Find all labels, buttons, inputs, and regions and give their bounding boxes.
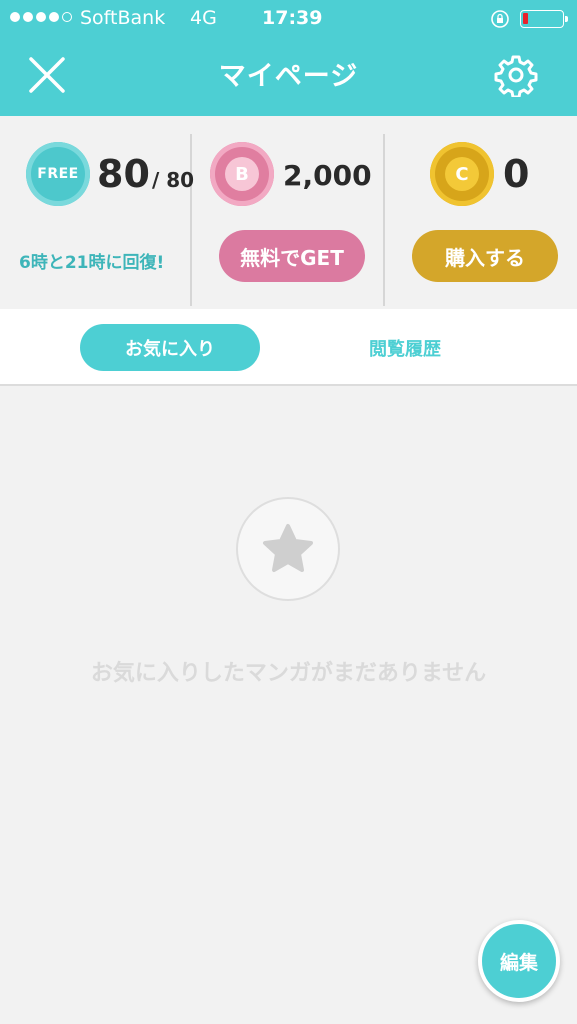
tab-history[interactable]: 閲覧履歴	[330, 324, 480, 371]
free-count: 80	[97, 152, 150, 196]
rotation-lock-icon	[491, 10, 509, 28]
edit-button[interactable]: 編集	[478, 920, 560, 1002]
recover-note: 6時と21時に回復!	[19, 253, 165, 273]
free-coin-icon: FREE	[26, 142, 90, 206]
coin-count: 0	[503, 152, 530, 196]
clock: 17:39	[262, 7, 323, 29]
status-bar: SoftBank 4G 17:39	[0, 0, 577, 38]
tab-favorites[interactable]: お気に入り	[80, 324, 260, 371]
bonus-coin-icon: B	[210, 142, 274, 206]
star-icon	[236, 497, 340, 601]
coin-icon: C	[430, 142, 494, 206]
empty-message: お気に入りしたマンガがまだありません	[90, 661, 487, 686]
bonus-coin-label: B	[235, 163, 249, 185]
carrier-name: SoftBank	[80, 7, 166, 29]
signal-strength-icon	[10, 12, 72, 22]
header: SoftBank 4G 17:39 マイページ	[0, 0, 577, 116]
free-coin-label: FREE	[37, 166, 79, 182]
wallet-panel: FREE 80 / 80 6時と21時に回復! B 2,000 無料でGET C…	[0, 116, 577, 309]
bonus-count: 2,000	[283, 159, 372, 192]
divider	[190, 134, 192, 306]
divider	[383, 134, 385, 306]
buy-coins-button[interactable]: 購入する	[412, 230, 558, 282]
coin-label: C	[455, 163, 469, 185]
get-free-button[interactable]: 無料でGET	[219, 230, 365, 282]
gear-icon[interactable]	[494, 53, 538, 97]
page-title: マイページ	[218, 61, 359, 92]
battery-icon	[520, 10, 568, 28]
tab-bar: お気に入り 閲覧履歴	[0, 309, 577, 386]
free-max: / 80	[152, 168, 195, 192]
network-type: 4G	[190, 7, 217, 29]
